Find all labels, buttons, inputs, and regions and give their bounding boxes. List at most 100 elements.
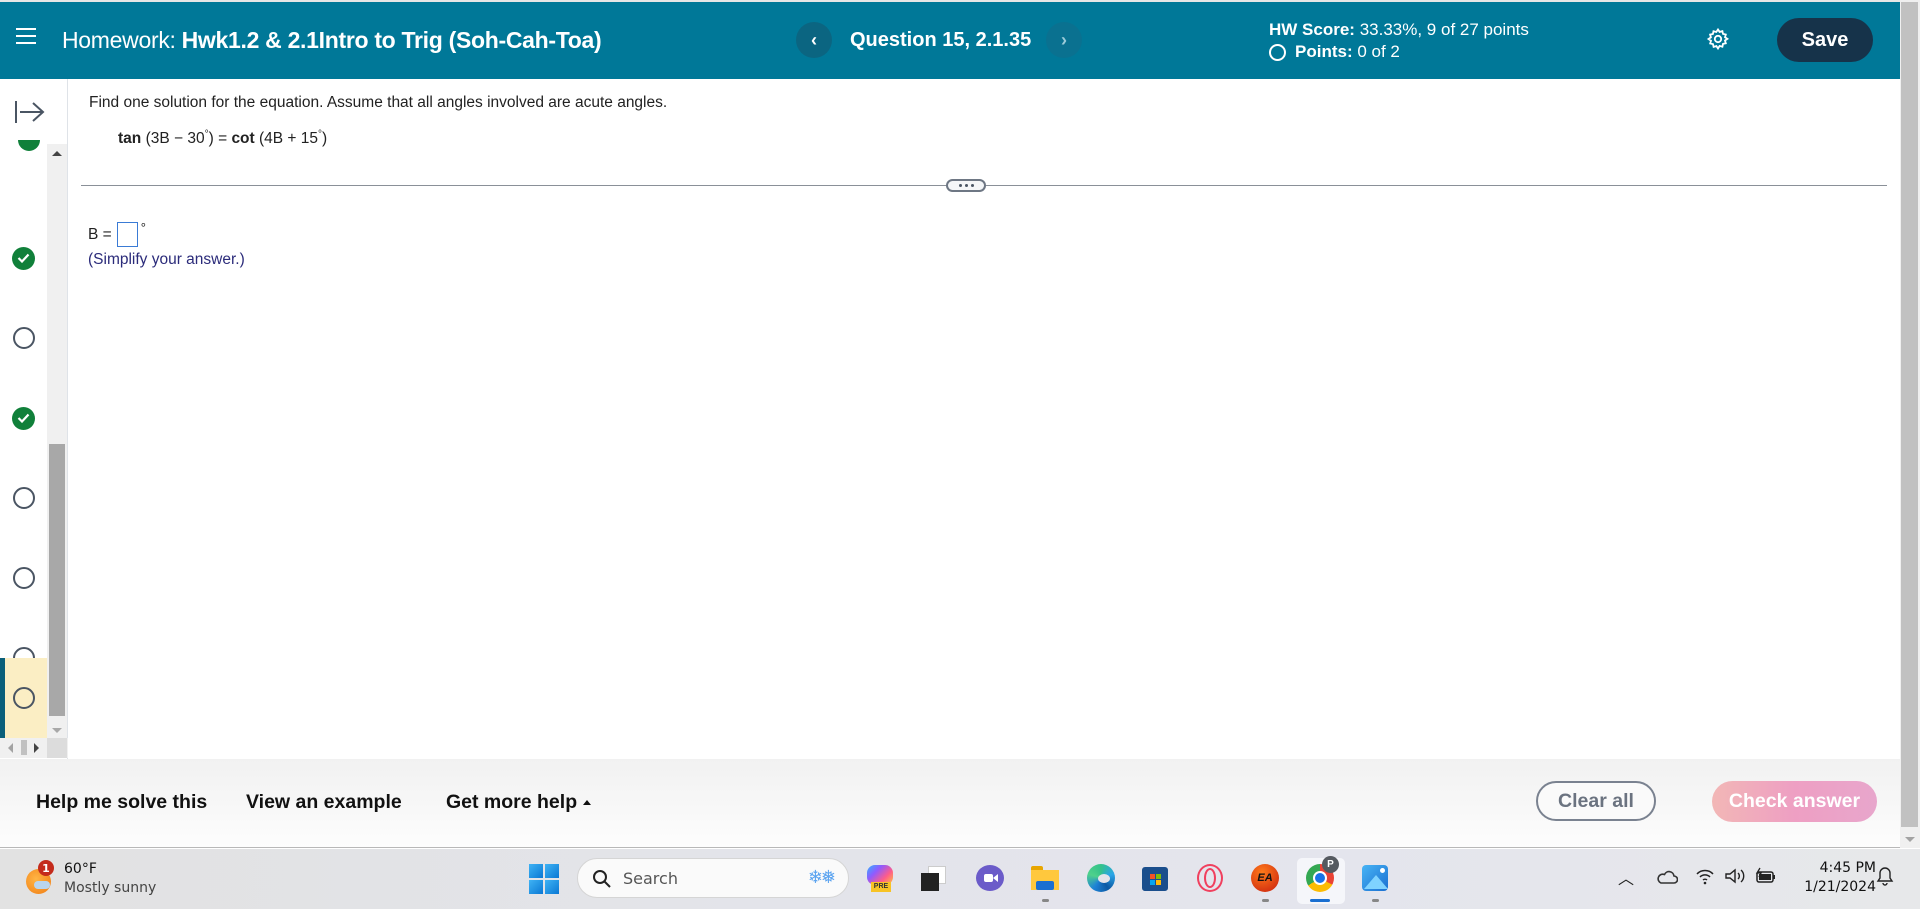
scroll-down-arrow[interactable] (52, 728, 62, 733)
photos-app-icon[interactable] (1360, 863, 1390, 893)
weather-widget[interactable]: 1 60°F Mostly sunny (26, 859, 186, 899)
question-list-hscrollbar[interactable] (0, 738, 68, 758)
question-item-current[interactable] (0, 658, 47, 738)
ea-app-icon[interactable]: EA (1250, 863, 1280, 893)
question-status-correct-icon[interactable] (18, 140, 40, 151)
running-indicator (1372, 899, 1379, 902)
search-placeholder: Search (623, 869, 678, 888)
scroll-down-arrow[interactable] (1905, 837, 1915, 842)
scroll-left-arrow[interactable] (8, 743, 13, 753)
page-scrollbar[interactable] (1900, 0, 1920, 848)
chevron-right-icon: › (1061, 29, 1067, 50)
meet-now-icon[interactable] (975, 863, 1005, 893)
page-scrollbar-thumb[interactable] (1901, 2, 1918, 827)
chevron-left-icon: ‹ (811, 29, 817, 50)
equals-sign: = (213, 130, 232, 148)
equation-rhs-close: ) (322, 130, 328, 148)
taskbar-search[interactable]: Search ❄❅ (577, 858, 849, 898)
question-item-unanswered[interactable] (0, 298, 47, 378)
notification-bell-icon[interactable] (1876, 866, 1894, 886)
volume-icon[interactable] (1724, 867, 1746, 885)
get-more-help-button[interactable]: Get more help (446, 791, 592, 814)
check-answer-button[interactable]: Check answer (1712, 781, 1877, 822)
checkmark-icon (12, 246, 35, 270)
edge-browser-icon[interactable] (1086, 863, 1116, 893)
scroll-up-arrow[interactable] (52, 151, 62, 156)
question-list-scrollbar[interactable] (47, 144, 67, 739)
answer-label: B = (88, 225, 112, 243)
equation: tan (3B − 30°) = cot (4B + 15°) (118, 129, 327, 148)
points-value: 0 of 2 (1357, 42, 1400, 61)
battery-charging-icon[interactable] (1754, 867, 1778, 885)
active-indicator (1310, 899, 1330, 902)
homework-name: Hwk1.2 & 2.1Intro to Trig (Soh-Cah-Toa) (181, 27, 602, 53)
gear-icon[interactable] (1706, 27, 1730, 51)
question-list-scrollbar-thumb[interactable] (49, 444, 65, 716)
answer-input[interactable] (116, 222, 138, 247)
search-icon (593, 870, 611, 888)
question-instruction: Find one solution for the equation. Assu… (89, 94, 668, 111)
homework-label: Homework: (62, 27, 176, 53)
copilot-pre-badge: PRE (871, 882, 891, 892)
expand-panel-icon[interactable] (14, 99, 46, 125)
ea-label: EA (1251, 864, 1279, 892)
task-view-icon[interactable] (918, 863, 948, 893)
system-clock[interactable]: 4:45 PM 1/21/2024 (1790, 859, 1876, 897)
points-status-icon (1269, 43, 1286, 61)
copilot-icon[interactable]: PRE (865, 863, 895, 893)
onedrive-cloud-icon[interactable] (1656, 869, 1678, 885)
notification-badge: 1 (38, 860, 54, 876)
menu-icon[interactable] (16, 28, 36, 46)
hw-score: HW Score: 33.33%, 9 of 27 points (1269, 19, 1529, 41)
running-indicator (1042, 899, 1049, 902)
opera-browser-icon[interactable] (1195, 863, 1225, 893)
microsoft-store-icon[interactable] (1140, 863, 1170, 893)
points-label: Points: (1295, 42, 1353, 61)
question-item-unanswered[interactable] (0, 538, 47, 618)
next-question-button[interactable]: › (1046, 22, 1082, 58)
chrome-profile-badge: P (1322, 856, 1339, 873)
hscrollbar-thumb[interactable] (21, 740, 27, 755)
clear-all-button[interactable]: Clear all (1536, 781, 1656, 821)
show-hidden-icons-chevron-icon[interactable]: ︿ (1618, 865, 1634, 889)
equation-rhs-function: cot (231, 130, 255, 148)
empty-circle-icon (12, 687, 35, 709)
score-panel: HW Score: 33.33%, 9 of 27 points Points:… (1269, 19, 1529, 63)
empty-circle-icon (12, 487, 35, 509)
chrome-browser-icon[interactable]: P (1305, 856, 1339, 893)
help-toolbar: Help me solve this View an example Get m… (0, 759, 1900, 848)
question-label: Question 15, 2.1.35 (850, 29, 1032, 51)
running-indicator (1262, 899, 1269, 902)
weather-condition: Mostly sunny (64, 880, 157, 896)
get-more-help-label: Get more help (446, 791, 578, 813)
answer-hint: (Simplify your answer.) (88, 251, 245, 268)
help-me-solve-button[interactable]: Help me solve this (36, 791, 207, 814)
empty-circle-icon (12, 567, 35, 589)
snowflake-icon: ❄❅ (807, 867, 836, 887)
weather-cloud-icon (34, 881, 50, 889)
windows-start-icon[interactable] (529, 864, 559, 894)
question-item-correct[interactable] (0, 378, 47, 458)
view-example-button[interactable]: View an example (246, 791, 402, 814)
answer-row: B = ° (88, 220, 146, 247)
hw-score-label: HW Score: (1269, 20, 1355, 39)
question-item-unanswered[interactable] (0, 458, 47, 538)
caret-up-icon (583, 800, 592, 806)
file-explorer-icon[interactable] (1030, 863, 1060, 893)
assignment-header: Homework: Hwk1.2 & 2.1Intro to Trig (Soh-… (0, 0, 1900, 79)
points: Points: 0 of 2 (1269, 41, 1529, 63)
equation-lhs-function: tan (118, 130, 142, 148)
previous-question-button[interactable]: ‹ (796, 22, 832, 58)
homework-title: Homework: Hwk1.2 & 2.1Intro to Trig (Soh-… (62, 27, 602, 54)
wifi-icon[interactable] (1695, 867, 1715, 885)
hw-score-value: 33.33%, 9 of 27 points (1359, 20, 1529, 39)
scroll-right-arrow[interactable] (34, 743, 39, 753)
answer-unit: ° (140, 220, 146, 235)
save-button[interactable]: Save (1777, 18, 1873, 62)
resize-handle[interactable] (946, 179, 986, 192)
clock-time: 4:45 PM (1819, 860, 1876, 876)
question-item-correct[interactable] (0, 218, 47, 298)
clock-date: 1/21/2024 (1804, 879, 1876, 895)
checkmark-icon (12, 406, 35, 430)
equation-lhs-argument: (3B − 30 (145, 130, 205, 148)
